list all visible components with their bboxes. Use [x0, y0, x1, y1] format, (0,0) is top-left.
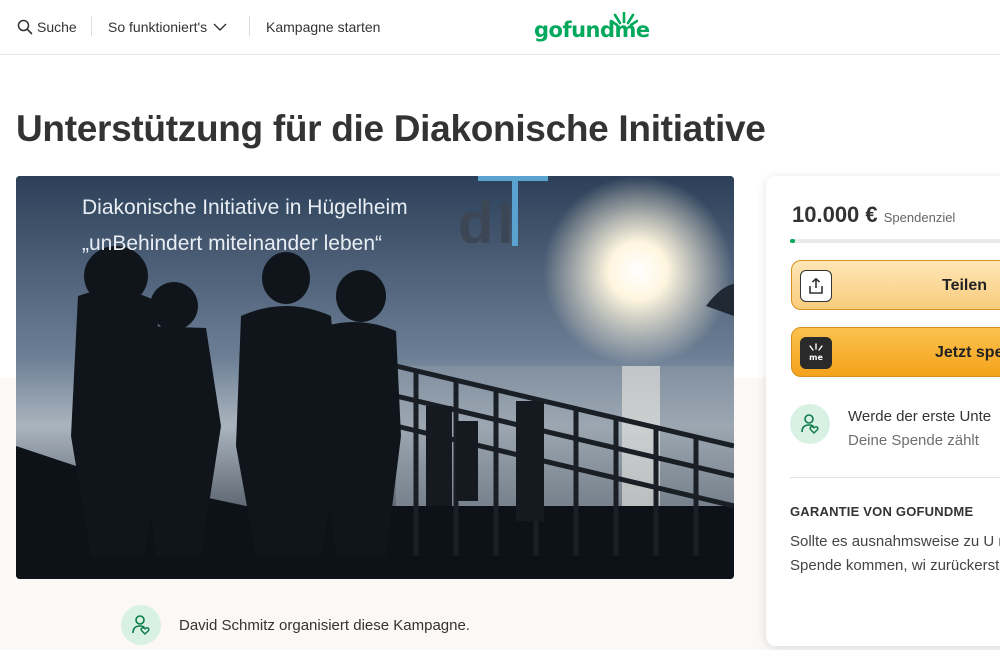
hero-logo-text: dI	[458, 191, 518, 256]
guarantee-heading: GARANTIE VON GOFUNDME	[790, 504, 974, 519]
donation-card: 10.000 € Spendenziel Teilen me Jetzt spe…	[766, 176, 1000, 646]
organizer-text: David Schmitz organisiert diese Kampagne…	[179, 617, 470, 634]
search-icon	[17, 19, 33, 35]
nav-divider	[249, 16, 250, 36]
page-title: Unterstützung für die Diakonische Initia…	[16, 108, 766, 149]
logo-sun-icon	[610, 12, 638, 27]
user-heart-icon	[132, 615, 150, 635]
gofundme-me-icon: me	[800, 337, 832, 369]
goal-amount-value: 10.000 €	[792, 202, 878, 227]
user-heart-icon	[801, 414, 819, 434]
top-navigation-bar: Suche So funktioniert's Kampagne starten…	[0, 0, 1000, 55]
goal-amount-label: Spendenziel	[883, 210, 956, 225]
first-donor-title: Werde der erste Unte	[848, 408, 992, 425]
start-campaign-link[interactable]: Kampagne starten	[266, 0, 380, 54]
nav-divider	[91, 16, 92, 36]
how-it-works-menu[interactable]: So funktioniert's	[108, 0, 228, 54]
organizer-avatar	[121, 605, 161, 645]
hero-subheadline: „unBehindert miteinander leben“	[82, 232, 383, 255]
hero-headline: Diakonische Initiative in Hügelheim	[82, 196, 408, 219]
chevron-down-icon	[213, 23, 227, 31]
card-divider	[790, 477, 1000, 478]
search-link[interactable]: Suche	[17, 0, 77, 54]
campaign-hero-image[interactable]: Diakonische Initiative in Hügelheim „unB…	[16, 176, 734, 579]
share-button[interactable]: Teilen	[791, 260, 1000, 310]
how-it-works-label: So funktioniert's	[108, 19, 208, 35]
progress-bar	[790, 239, 1000, 243]
search-label: Suche	[37, 19, 77, 35]
progress-fill	[790, 239, 795, 243]
share-icon	[800, 270, 832, 302]
share-button-label: Teilen	[942, 277, 988, 294]
donate-button-label: Jetzt spende	[935, 344, 1000, 361]
donate-button[interactable]: me Jetzt spende	[791, 327, 1000, 377]
first-donor-subtitle: Deine Spende zählt	[848, 432, 979, 449]
svg-text:me: me	[809, 353, 823, 362]
guarantee-text: Sollte es ausnahmsweise zu U mit einer S…	[790, 533, 1000, 574]
start-campaign-label: Kampagne starten	[266, 19, 381, 35]
goal-amount: 10.000 € Spendenziel	[792, 202, 955, 228]
first-donor-avatar	[790, 404, 830, 444]
